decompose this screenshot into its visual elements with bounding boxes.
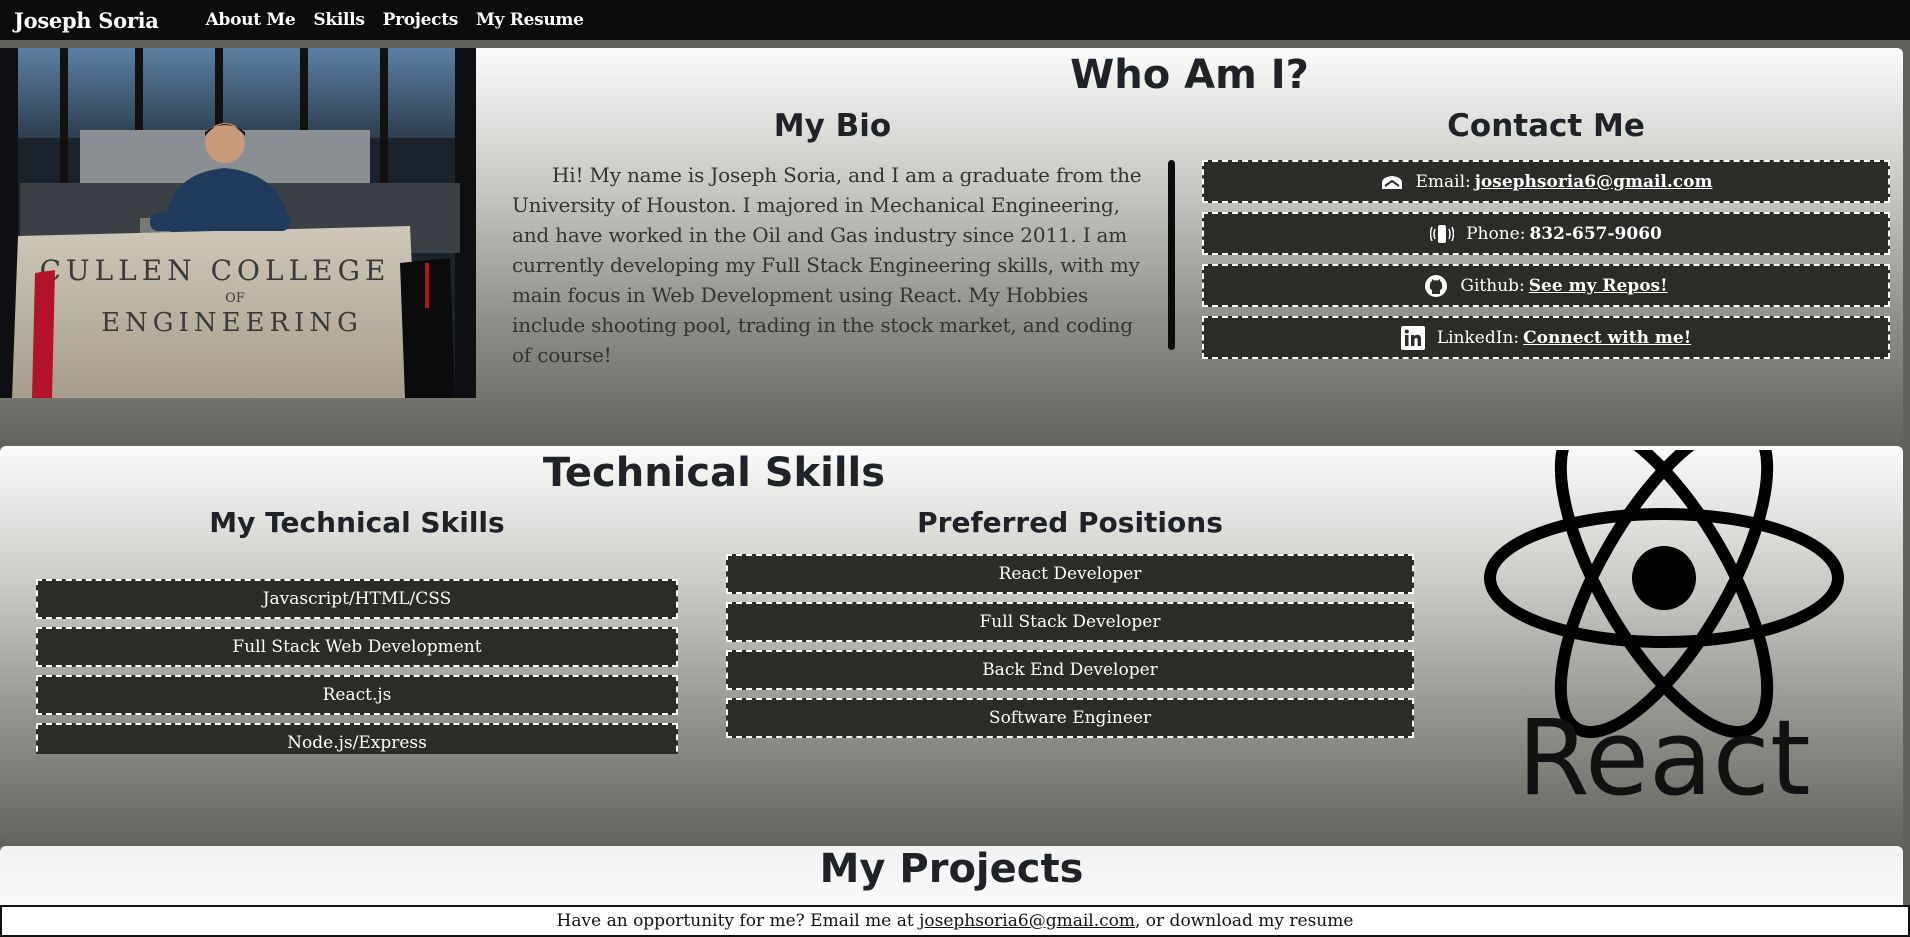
react-logo: React <box>1468 417 1888 840</box>
skill-item: Javascript/HTML/CSS <box>36 579 678 619</box>
photo-sign-line1: CULLEN COLLEGE <box>40 254 391 287</box>
about-title: Who Am I? <box>1070 52 1309 98</box>
position-item: Software Engineer <box>726 698 1414 738</box>
react-logo-text: React <box>1517 697 1810 819</box>
position-item: Back End Developer <box>726 650 1414 690</box>
footer-text-after: , or download my resume <box>1134 911 1354 931</box>
phone-icon <box>1430 224 1455 244</box>
projects-section: My Projects <box>0 846 1903 906</box>
positions-list: React Developer Full Stack Developer Bac… <box>726 554 1414 746</box>
contact-email-row: Email: josephsoria6@gmail.com <box>1202 160 1890 203</box>
positions-title: Preferred Positions <box>917 506 1223 539</box>
contact-title: Contact Me <box>1447 108 1645 144</box>
nav-links: About Me Skills Projects My Resume <box>194 10 584 30</box>
footer-text-before: Have an opportunity for me? Email me at <box>556 911 920 931</box>
tech-skills-title: My Technical Skills <box>209 506 505 539</box>
linkedin-icon <box>1400 325 1425 350</box>
footer: Have an opportunity for me? Email me at … <box>0 905 1910 937</box>
position-item: Full Stack Developer <box>726 602 1414 642</box>
navbar: Joseph Soria About Me Skills Projects My… <box>0 0 1910 40</box>
email-icon <box>1380 174 1404 190</box>
contact-linkedin-label: LinkedIn: <box>1436 327 1520 348</box>
contact-linkedin-link[interactable]: Connect with me! <box>1523 328 1691 348</box>
photo-sign-line3: ENGINEERING <box>101 308 363 338</box>
contact-linkedin-row: LinkedIn: Connect with me! <box>1202 316 1890 359</box>
bio-scrollbar[interactable] <box>1168 160 1175 350</box>
nav-skills-link[interactable]: Skills <box>313 10 365 30</box>
about-section: CULLEN COLLEGE OF ENGINEERING Who Am I? … <box>0 48 1903 442</box>
contact-email-link[interactable]: josephsoria6@gmail.com <box>1475 172 1713 192</box>
footer-email-link[interactable]: josephsoria6@gmail.com <box>919 911 1135 931</box>
skills-section: Technical Skills My Technical Skills Pre… <box>0 417 1903 843</box>
nav-about-link[interactable]: About Me <box>206 10 296 30</box>
page-edge <box>1903 40 1910 905</box>
nav-projects-link[interactable]: Projects <box>383 10 459 30</box>
photo-sign-line2: OF <box>225 291 245 306</box>
nav-resume-link[interactable]: My Resume <box>476 10 584 30</box>
bio-text[interactable]: Hi! My name is Joseph Soria, and I am a … <box>512 160 1144 404</box>
contact-github-row: Github: See my Repos! <box>1202 264 1890 307</box>
contact-email-label: Email: <box>1415 171 1471 192</box>
skills-title: Technical Skills <box>542 450 886 496</box>
contact-list: Email: josephsoria6@gmail.com Phone: 832… <box>1202 160 1890 368</box>
bio-title: My Bio <box>773 108 892 144</box>
projects-title: My Projects <box>819 846 1084 892</box>
brand-link[interactable]: Joseph Soria <box>14 8 159 33</box>
contact-phone-value: 832-657-9060 <box>1529 223 1662 244</box>
skill-item: Node.js/Express <box>36 723 678 754</box>
tech-skills-list: Javascript/HTML/CSS Full Stack Web Devel… <box>36 579 678 754</box>
skill-item: Full Stack Web Development <box>36 627 678 667</box>
contact-phone-label: Phone: <box>1466 223 1526 244</box>
position-item: React Developer <box>726 554 1414 594</box>
github-icon <box>1424 274 1448 298</box>
profile-photo: CULLEN COLLEGE OF ENGINEERING <box>0 48 476 398</box>
contact-github-label: Github: <box>1460 275 1525 296</box>
contact-github-link[interactable]: See my Repos! <box>1529 276 1668 296</box>
skill-item: React.js <box>36 675 678 715</box>
contact-phone-row: Phone: 832-657-9060 <box>1202 212 1890 255</box>
